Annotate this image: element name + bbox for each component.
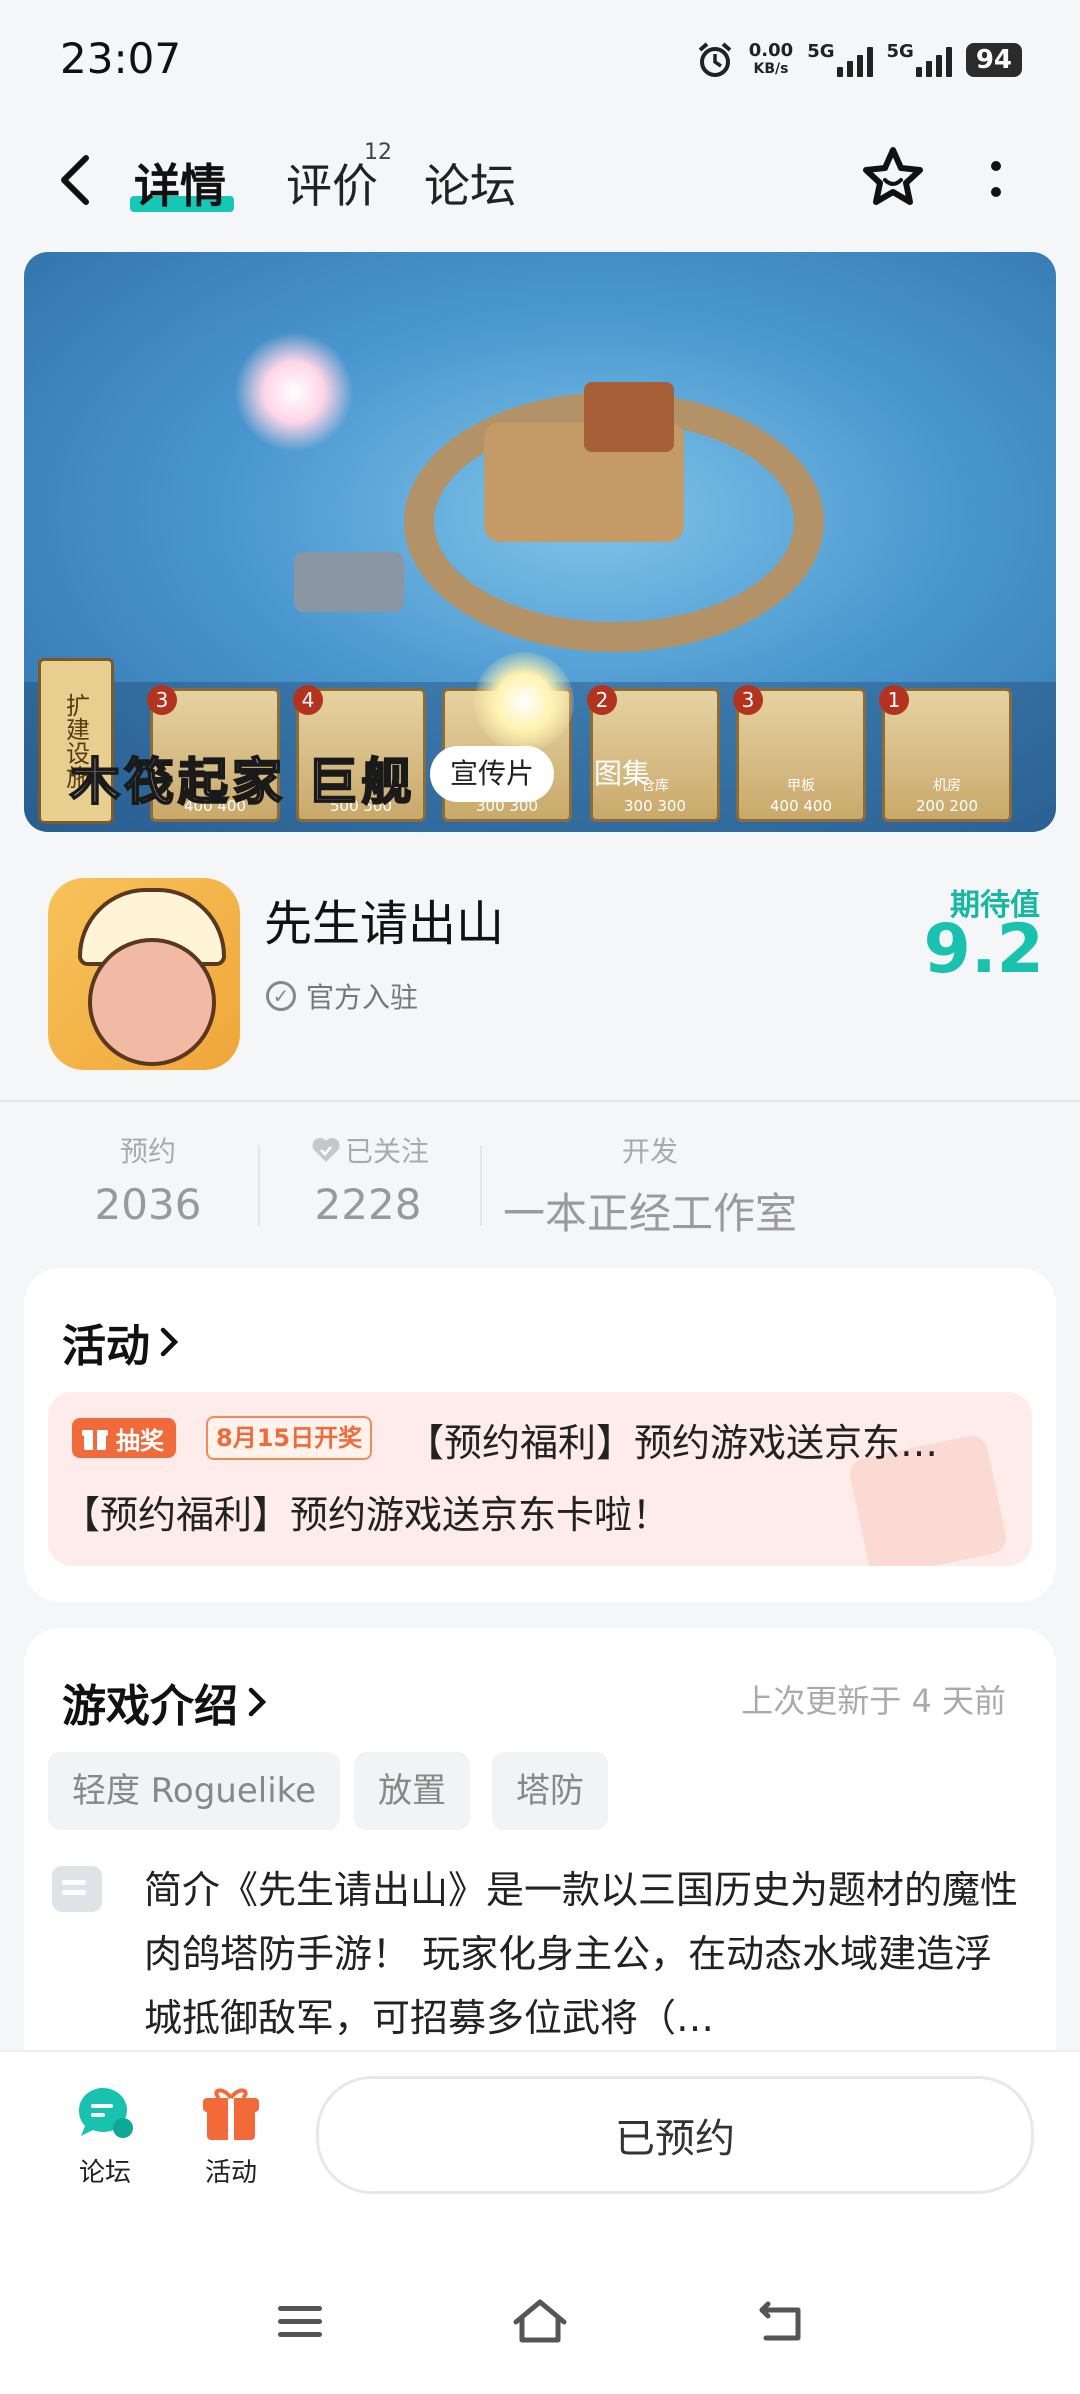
last-updated: 上次更新于 4 天前 bbox=[741, 1682, 1006, 1720]
divider bbox=[480, 1146, 482, 1226]
network-speed-unit: KB/s bbox=[753, 61, 789, 77]
reviews-count-badge: 12 bbox=[364, 140, 392, 165]
app-icon-face-art bbox=[88, 938, 216, 1066]
forum-label: 论坛 bbox=[78, 2158, 131, 2188]
tag-roguelike[interactable]: 轻度 Roguelike bbox=[48, 1752, 341, 1830]
menu-icon[interactable] bbox=[274, 2300, 326, 2344]
home-icon[interactable] bbox=[510, 2296, 570, 2346]
divider bbox=[258, 1146, 260, 1226]
network-speed: 0.00 KB/s bbox=[749, 42, 793, 78]
app-icon bbox=[48, 878, 240, 1070]
stat-followers-label: 已关注 bbox=[344, 1135, 429, 1168]
stat-followers-value: 2228 bbox=[314, 1180, 422, 1229]
tab-details[interactable]: 详情 bbox=[134, 150, 226, 216]
intro-section-header[interactable]: 游戏介绍 bbox=[62, 1670, 268, 1734]
gift-icon bbox=[203, 2088, 259, 2140]
media-banner[interactable]: 扩建设施 3 400 400 4 500 500 300 300 2 仓库 300 30… bbox=[24, 252, 1056, 832]
card-level: 2 bbox=[587, 685, 617, 715]
lottery-badge-label: 抽奖 bbox=[116, 1426, 164, 1455]
stat-reservations-label: 预约 bbox=[119, 1135, 176, 1168]
draw-date-badge: 8月15日开奖 bbox=[206, 1416, 373, 1460]
chevron-right-icon bbox=[160, 1327, 179, 1357]
card-cost: 400 400 bbox=[769, 797, 833, 815]
activity-section-header[interactable]: 活动 bbox=[62, 1310, 180, 1374]
banner-card: 3 甲板 400 400 bbox=[733, 685, 866, 822]
more-options-icon[interactable] bbox=[984, 156, 1008, 206]
alarm-icon bbox=[698, 42, 732, 77]
stat-followers-header: 已关注 bbox=[290, 1130, 450, 1170]
reserved-button[interactable]: 已预约 bbox=[316, 2076, 1034, 2194]
banner-flare-art bbox=[234, 332, 354, 452]
bottom-activity-button[interactable]: 活动 bbox=[190, 2082, 272, 2189]
activity-label: 活动 bbox=[204, 2158, 257, 2188]
heart-check-icon bbox=[312, 1138, 340, 1162]
lottery-badge: 抽奖 bbox=[72, 1418, 176, 1458]
tag-idle[interactable]: 放置 bbox=[354, 1752, 470, 1830]
signal-bars-icon bbox=[836, 43, 873, 77]
banner-card: 1 机房 200 200 bbox=[879, 685, 1012, 822]
expectation-score: 9.2 bbox=[923, 910, 1044, 989]
tag-tower-defense[interactable]: 塔防 bbox=[492, 1752, 608, 1830]
card-cost: 200 200 bbox=[915, 797, 979, 815]
network-speed-value: 0.00 bbox=[748, 40, 794, 61]
stat-reservations-value: 2036 bbox=[94, 1180, 202, 1229]
stat-developer-label: 开发 bbox=[621, 1135, 678, 1168]
divider bbox=[0, 1100, 1080, 1102]
tab-forum[interactable]: 论坛 bbox=[424, 150, 516, 216]
chevron-right-icon bbox=[248, 1687, 267, 1717]
star-favorite-icon[interactable] bbox=[858, 144, 928, 212]
official-badge: ✓ 官方入驻 bbox=[266, 976, 418, 1016]
activity-promo-card[interactable]: 抽奖 8月15日开奖 【预约福利】预约游戏送京东… 【预约福利】预约游戏送京东卡… bbox=[48, 1392, 1032, 1566]
banner-slogan: 木筏起家 巨舰 bbox=[69, 752, 416, 812]
intro-doc-icon bbox=[52, 1866, 102, 1912]
sim1-label: 5G bbox=[807, 41, 835, 62]
signal-1: 5G bbox=[807, 41, 873, 77]
status-time: 23:07 bbox=[60, 34, 182, 83]
sim2-label: 5G bbox=[886, 41, 914, 62]
media-tab-gallery[interactable]: 图集 bbox=[574, 746, 670, 802]
back-icon[interactable] bbox=[754, 2300, 806, 2348]
banner-house-art bbox=[584, 382, 674, 452]
battery-indicator: 94 bbox=[965, 43, 1022, 77]
card-level: 1 bbox=[879, 685, 909, 715]
promo-headline: 【预约福利】预约游戏送京东… bbox=[406, 1421, 939, 1465]
intro-title: 游戏介绍 bbox=[62, 1681, 238, 1732]
media-tab-trailer[interactable]: 宣传片 bbox=[430, 746, 555, 802]
app-title: 先生请出山 bbox=[264, 896, 505, 952]
gift-icon bbox=[82, 1430, 108, 1450]
banner-engine-art bbox=[294, 552, 404, 612]
official-label: 官方入驻 bbox=[306, 981, 419, 1014]
status-icons: 0.00 KB/s 5G 5G 94 bbox=[695, 40, 1022, 80]
bottom-forum-button[interactable]: 论坛 bbox=[64, 2082, 146, 2189]
signal-2: 5G bbox=[887, 43, 952, 77]
back-arrow-icon[interactable] bbox=[56, 152, 96, 208]
card-label: 甲板 bbox=[787, 778, 815, 794]
promo-description: 【预约福利】预约游戏送京东卡啦！ bbox=[62, 1493, 671, 1537]
stat-developer-value[interactable]: 一本正经工作室 bbox=[500, 1180, 800, 1241]
card-level: 4 bbox=[293, 685, 323, 715]
activity-title: 活动 bbox=[62, 1321, 150, 1372]
check-circle-icon: ✓ bbox=[266, 981, 296, 1011]
intro-text[interactable]: 简介《先生请出山》是一款以三国历史为题材的魔性肉鸽塔防手游！ 玩家化身主公，在动… bbox=[144, 1858, 1024, 2050]
card-level: 3 bbox=[733, 685, 763, 715]
signal-bars-icon bbox=[915, 43, 952, 77]
forum-chat-icon bbox=[78, 2088, 133, 2138]
banner-flare-art bbox=[474, 652, 574, 752]
card-level: 3 bbox=[147, 685, 177, 715]
card-label: 机房 bbox=[933, 778, 961, 794]
